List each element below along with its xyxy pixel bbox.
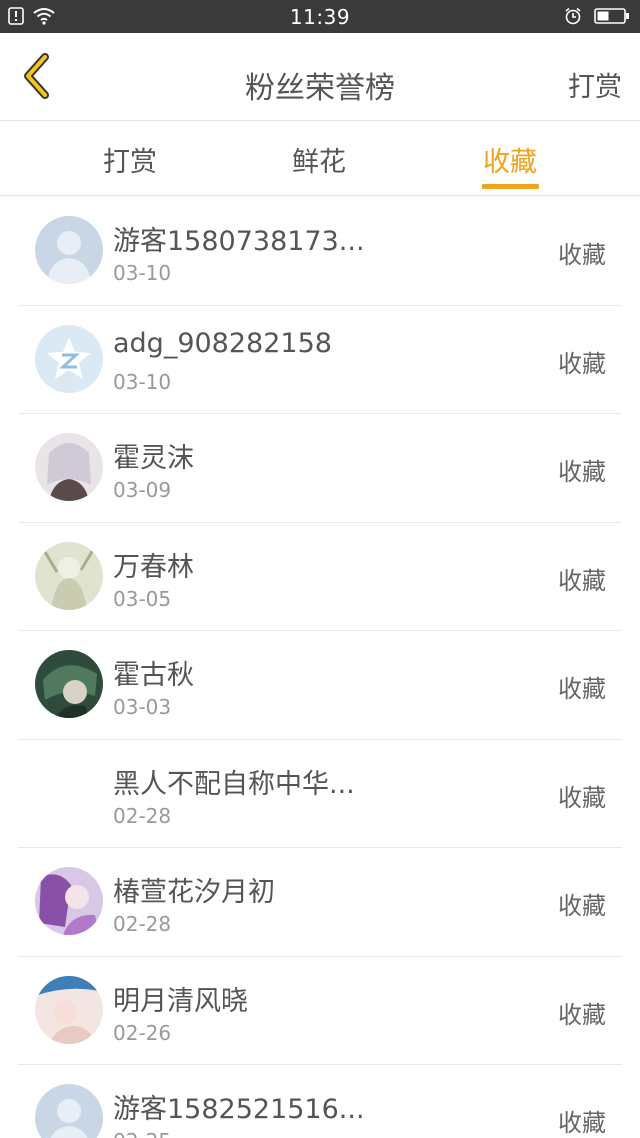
avatar bbox=[35, 541, 103, 610]
photo-avatar-icon bbox=[35, 867, 103, 935]
active-tab-indicator bbox=[482, 184, 539, 189]
photo-avatar-icon bbox=[35, 541, 103, 610]
avatar bbox=[35, 867, 103, 935]
list-item[interactable]: 游客1582521516... 02-25 收藏 bbox=[18, 1065, 622, 1138]
tab-flowers[interactable]: 鲜花 bbox=[292, 140, 346, 179]
fan-type: 收藏 bbox=[558, 349, 606, 378]
fan-name: 黑人不配自称中华... bbox=[113, 768, 355, 800]
fan-date: 03-10 bbox=[113, 261, 172, 285]
status-bar: 11:39 bbox=[0, 0, 640, 33]
fan-type: 收藏 bbox=[558, 783, 606, 812]
avatar bbox=[35, 1084, 103, 1138]
list-item[interactable]: adg_908282158 03-10 收藏 bbox=[18, 306, 622, 414]
list-item[interactable]: 椿萱花汐月初 02-28 收藏 bbox=[18, 848, 622, 957]
photo-avatar-icon bbox=[35, 975, 103, 1044]
default-avatar-icon bbox=[35, 216, 103, 284]
fan-date: 02-28 bbox=[113, 912, 172, 936]
fan-type: 收藏 bbox=[558, 675, 606, 703]
status-right-icons bbox=[564, 7, 630, 29]
default-avatar-icon bbox=[35, 1084, 103, 1138]
fan-type: 收藏 bbox=[558, 566, 606, 595]
fan-date: 03-05 bbox=[113, 586, 172, 611]
reward-button[interactable]: 打赏 bbox=[568, 65, 622, 104]
page-title: 粉丝荣誉榜 bbox=[245, 71, 395, 106]
fan-type: 收藏 bbox=[558, 892, 606, 920]
fan-name: 椿萱花汐月初 bbox=[113, 877, 275, 908]
avatar bbox=[35, 433, 103, 501]
fan-name: adg_908282158 bbox=[113, 327, 332, 359]
fan-date: 02-25 bbox=[113, 1129, 171, 1138]
avatar bbox=[35, 650, 103, 718]
list-item[interactable]: 霍古秋 03-03 收藏 bbox=[18, 631, 622, 740]
tab-collect[interactable]: 收藏 bbox=[483, 140, 537, 179]
fan-name: 霍灵沫 bbox=[113, 443, 194, 474]
tab-bar: 打赏 鲜花 收藏 bbox=[0, 122, 640, 196]
fan-type: 收藏 bbox=[558, 241, 606, 269]
avatar bbox=[35, 975, 103, 1044]
photo-avatar-icon bbox=[35, 433, 103, 501]
fan-list: 游客1580738173... 03-10 收藏 adg_908282158 0… bbox=[0, 197, 640, 1138]
qzone-avatar-icon bbox=[35, 324, 103, 393]
photo-avatar-icon bbox=[35, 650, 103, 718]
list-item[interactable]: 霍灵沫 03-09 收藏 bbox=[18, 414, 622, 523]
status-time: 11:39 bbox=[289, 5, 351, 29]
list-item[interactable]: 游客1580738173... 03-10 收藏 bbox=[18, 197, 622, 306]
avatar bbox=[35, 324, 103, 393]
fan-date: 03-10 bbox=[113, 369, 172, 394]
fan-name: 游客1580738173... bbox=[113, 226, 365, 257]
fan-date: 02-28 bbox=[113, 803, 172, 828]
avatar bbox=[35, 216, 103, 284]
fan-name: 霍古秋 bbox=[113, 660, 194, 691]
fan-name: 万春林 bbox=[113, 551, 194, 583]
fan-date: 03-03 bbox=[113, 695, 172, 719]
fan-name: 游客1582521516... bbox=[113, 1094, 365, 1125]
fan-date: 03-09 bbox=[113, 478, 172, 502]
fan-type: 收藏 bbox=[558, 458, 606, 486]
fan-date: 02-26 bbox=[113, 1020, 172, 1045]
nav-bar: 粉丝荣誉榜 打赏 bbox=[0, 33, 640, 121]
list-item[interactable]: 黑人不配自称中华... 02-28 收藏 bbox=[18, 740, 622, 848]
list-item[interactable]: 明月清风晓 02-26 收藏 bbox=[18, 957, 622, 1065]
fan-type: 收藏 bbox=[558, 1000, 606, 1029]
fan-type: 收藏 bbox=[558, 1109, 606, 1137]
alarm-icon bbox=[564, 7, 582, 29]
fan-name: 明月清风晓 bbox=[113, 985, 248, 1017]
battery-icon bbox=[594, 7, 630, 29]
tab-reward[interactable]: 打赏 bbox=[103, 140, 157, 179]
list-item[interactable]: 万春林 03-05 收藏 bbox=[18, 523, 622, 631]
